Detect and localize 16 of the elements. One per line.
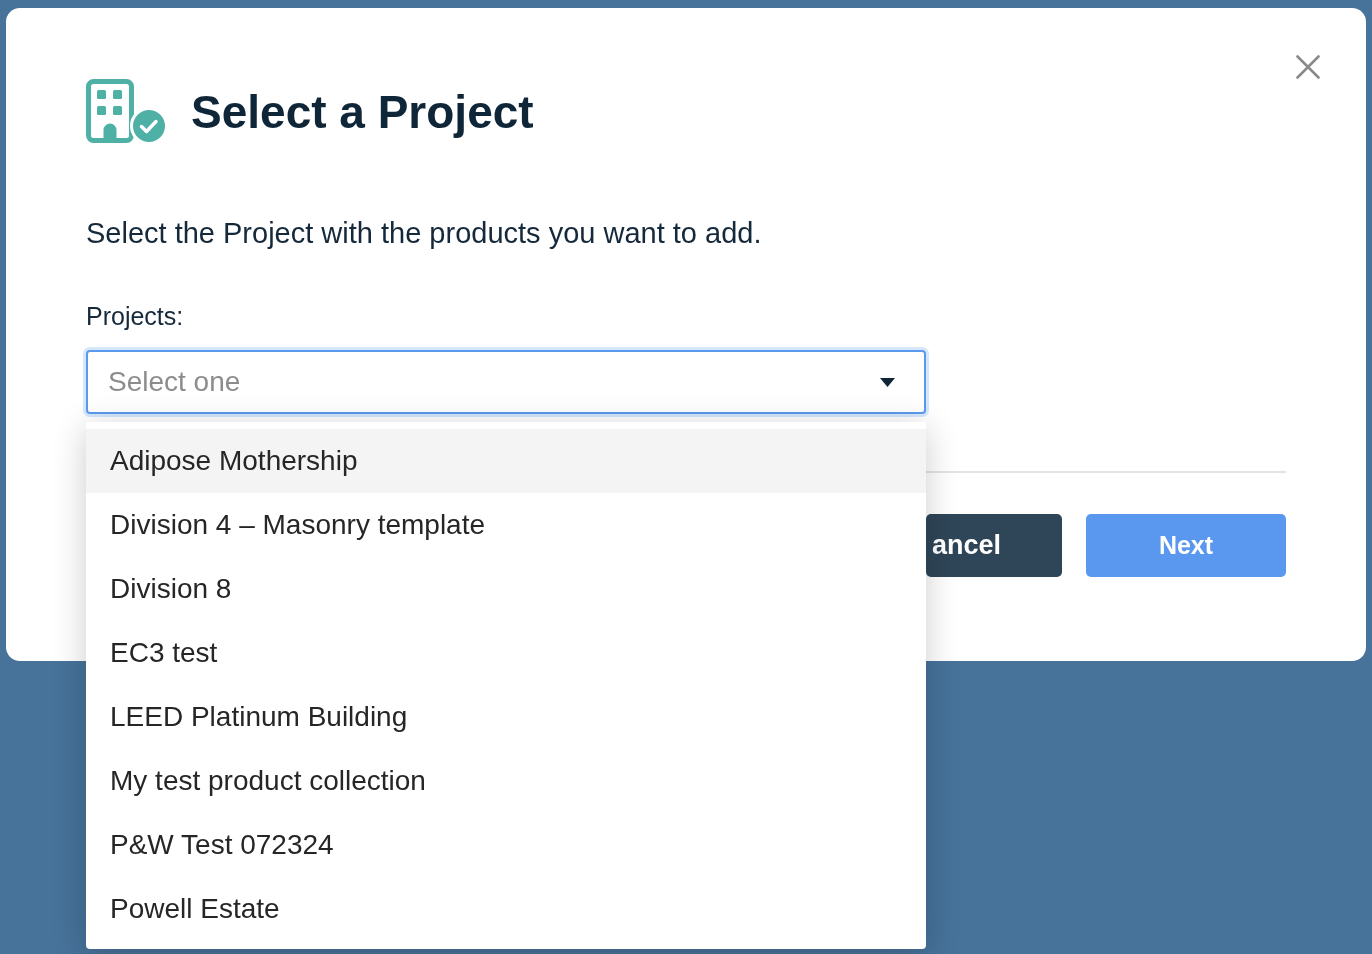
field-label: Projects:	[86, 301, 185, 331]
cancel-button[interactable]: ancel	[926, 514, 1062, 577]
dropdown-option[interactable]: LEED Platinum Building	[86, 685, 926, 749]
dialog-description: Select the Project with the products you want to add.	[86, 216, 763, 250]
dropdown-option[interactable]: Adipose Mothership	[86, 429, 926, 493]
dropdown-option[interactable]: P&W Test 072324	[86, 813, 926, 877]
close-button[interactable]	[1296, 55, 1320, 79]
caret-icon	[880, 377, 895, 387]
dropdown-option[interactable]: EC3 test	[86, 621, 926, 685]
building-check-icon	[86, 79, 168, 145]
close-icon	[1296, 55, 1320, 79]
dropdown-option[interactable]: Division 4 – Masonry template	[86, 493, 926, 557]
dropdown-option[interactable]: My test product collection	[86, 749, 926, 813]
dropdown-option[interactable]: Division 8	[86, 557, 926, 621]
dropdown-option[interactable]: Powell Estate	[86, 877, 926, 941]
dialog-title: Select a Project	[191, 85, 534, 140]
